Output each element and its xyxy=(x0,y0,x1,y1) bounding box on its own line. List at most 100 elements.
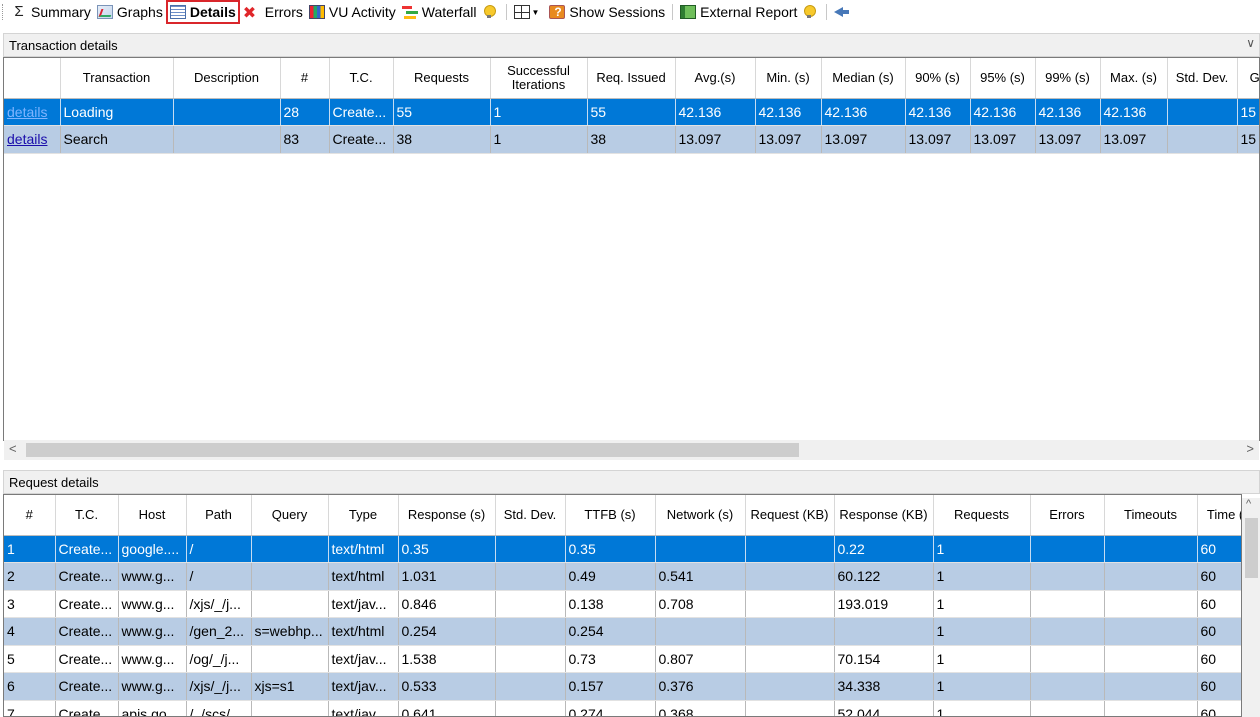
table-cell xyxy=(745,617,835,646)
error-icon xyxy=(243,3,261,23)
table-cell xyxy=(1030,535,1105,563)
table-cell: 0.274 xyxy=(565,700,656,716)
column-header[interactable]: Timeouts xyxy=(1104,495,1198,536)
column-header[interactable]: Time (s) xyxy=(1197,495,1241,536)
column-header[interactable]: Host xyxy=(118,495,187,536)
table-cell: 0.254 xyxy=(565,617,656,646)
table-cell: 60 xyxy=(1197,562,1241,591)
table-cell xyxy=(251,700,329,716)
column-header[interactable]: Go (s xyxy=(1237,58,1259,99)
column-header[interactable]: Avg.(s) xyxy=(675,58,756,99)
column-header[interactable] xyxy=(4,58,61,99)
column-header[interactable]: Max. (s) xyxy=(1100,58,1168,99)
chevron-down-icon[interactable]: ∨ xyxy=(1246,36,1255,50)
table-row[interactable]: 7 Create... apis.go.../_/scs/... text/jav..… xyxy=(4,700,1241,716)
column-header[interactable]: Query xyxy=(251,495,329,536)
details-link[interactable]: details xyxy=(7,131,47,147)
column-header[interactable]: 99% (s) xyxy=(1035,58,1101,99)
errors-button[interactable]: Errors xyxy=(240,1,306,23)
table-cell: 13.097 xyxy=(970,125,1036,154)
errors-label: Errors xyxy=(264,4,303,20)
external-report-button[interactable]: External Report xyxy=(677,1,800,23)
graphs-button[interactable]: Graphs xyxy=(94,1,166,23)
table-cell: 70.154 xyxy=(834,645,934,673)
table-cell: text/jav... xyxy=(328,590,399,618)
scroll-left-icon[interactable]: < xyxy=(9,441,17,456)
column-header[interactable]: Req. Issued xyxy=(587,58,676,99)
table-row[interactable]: 1 Create... google.... / text/html 0.35 0.35 0.… xyxy=(4,535,1241,563)
column-header[interactable]: TTFB (s) xyxy=(565,495,656,536)
table-cell: 1 xyxy=(490,98,588,126)
scrollbar-thumb[interactable] xyxy=(1245,518,1258,578)
transaction-details-header[interactable]: Transaction details ∨ xyxy=(3,33,1260,57)
back-button[interactable] xyxy=(831,1,857,23)
hint-bulb-button-2[interactable] xyxy=(800,1,822,23)
column-header[interactable]: Network (s) xyxy=(655,495,746,536)
scroll-right-icon[interactable]: > xyxy=(1246,441,1254,456)
column-header[interactable]: # xyxy=(4,495,56,536)
table-cell: 6 xyxy=(4,672,56,701)
column-header[interactable]: T.C. xyxy=(55,495,119,536)
column-header[interactable]: T.C. xyxy=(329,58,394,99)
table-cell: 1 xyxy=(933,590,1031,618)
table-cell xyxy=(655,535,746,563)
column-header[interactable]: Std. Dev. xyxy=(1167,58,1238,99)
table-row[interactable]: 4 Create... www.g.../gen_2... s=webhp... tex… xyxy=(4,617,1241,646)
table-cell: 60 xyxy=(1197,672,1241,701)
column-header[interactable]: Successful Iterations xyxy=(490,58,588,99)
table-cell: 42.136 xyxy=(1100,98,1168,126)
request-details-header[interactable]: Request details xyxy=(3,470,1260,494)
table-cell xyxy=(1104,535,1198,563)
table-row[interactable]: 2 Create... www.g... / text/html 1.031 0.49 0.5… xyxy=(4,562,1241,591)
column-header[interactable]: # xyxy=(280,58,330,99)
column-header[interactable]: Request (KB) xyxy=(745,495,835,536)
table-row[interactable]: 3 Create... www.g.../xjs/_/j... text/jav...… xyxy=(4,590,1241,618)
table-cell xyxy=(745,590,835,618)
table-cell: / xyxy=(186,535,252,563)
column-header[interactable]: Errors xyxy=(1030,495,1105,536)
column-header[interactable]: Min. (s) xyxy=(755,58,822,99)
table-cell: text/jav... xyxy=(328,700,399,716)
table-cell: 13.097 xyxy=(755,125,822,154)
table-row[interactable]: details Loading 28 Create... 55 1 55 42.136 42.1… xyxy=(4,98,1259,126)
table-cell: 1.031 xyxy=(398,562,496,591)
table-row[interactable]: details Search 83 Create... 38 1 38 13.097 13.09… xyxy=(4,125,1259,154)
column-header[interactable]: Path xyxy=(186,495,252,536)
column-header[interactable]: Std. Dev. xyxy=(495,495,566,536)
scroll-up-icon[interactable]: ^ xyxy=(1246,498,1251,510)
details-button[interactable]: Details xyxy=(165,0,240,24)
summary-button[interactable]: Σ Summary xyxy=(8,1,94,23)
column-header[interactable]: Response (s) xyxy=(398,495,496,536)
column-header[interactable]: Type xyxy=(328,495,399,536)
graphs-label: Graphs xyxy=(116,4,163,20)
column-header[interactable]: Median (s) xyxy=(821,58,906,99)
table-cell: xjs=s1 xyxy=(251,672,329,701)
layout-dropdown-button[interactable]: ▼ xyxy=(511,1,547,23)
table-row[interactable]: 6 Create... www.g.../xjs/_/j... xjs=s1 text/… xyxy=(4,672,1241,701)
table-cell: /xjs/_/j... xyxy=(186,590,252,618)
request-vertical-scrollbar[interactable]: ^ xyxy=(1242,498,1260,717)
column-header[interactable]: Response (KB) xyxy=(834,495,934,536)
table-cell: Loading xyxy=(60,98,174,126)
column-header[interactable]: Transaction xyxy=(60,58,174,99)
scrollbar-thumb[interactable] xyxy=(26,443,799,457)
table-cell: 28 xyxy=(280,98,330,126)
column-header[interactable]: 95% (s) xyxy=(970,58,1036,99)
table-row[interactable]: 5 Create... www.g.../og/_/j... text/jav... 1… xyxy=(4,645,1241,673)
column-header[interactable]: 90% (s) xyxy=(905,58,971,99)
column-header[interactable]: Description xyxy=(173,58,281,99)
table-cell xyxy=(495,672,566,701)
transaction-horizontal-scrollbar[interactable]: < > xyxy=(4,440,1259,460)
table-cell: 42.136 xyxy=(1035,98,1101,126)
column-header[interactable]: Requests xyxy=(933,495,1031,536)
show-sessions-button[interactable]: Show Sessions xyxy=(546,1,668,23)
details-link[interactable]: details xyxy=(7,104,47,120)
request-table: # T.C. Host Path Query Type Response (s) Std. D… xyxy=(4,495,1241,716)
column-header[interactable]: Requests xyxy=(393,58,491,99)
waterfall-button[interactable]: Waterfall xyxy=(399,1,480,23)
vu-activity-button[interactable]: VU Activity xyxy=(306,1,399,23)
table-cell xyxy=(1030,590,1105,618)
table-cell: 42.136 xyxy=(755,98,822,126)
transaction-grid: Transaction Description # T.C. Requests Succe… xyxy=(3,57,1260,441)
hint-bulb-button[interactable] xyxy=(480,1,502,23)
